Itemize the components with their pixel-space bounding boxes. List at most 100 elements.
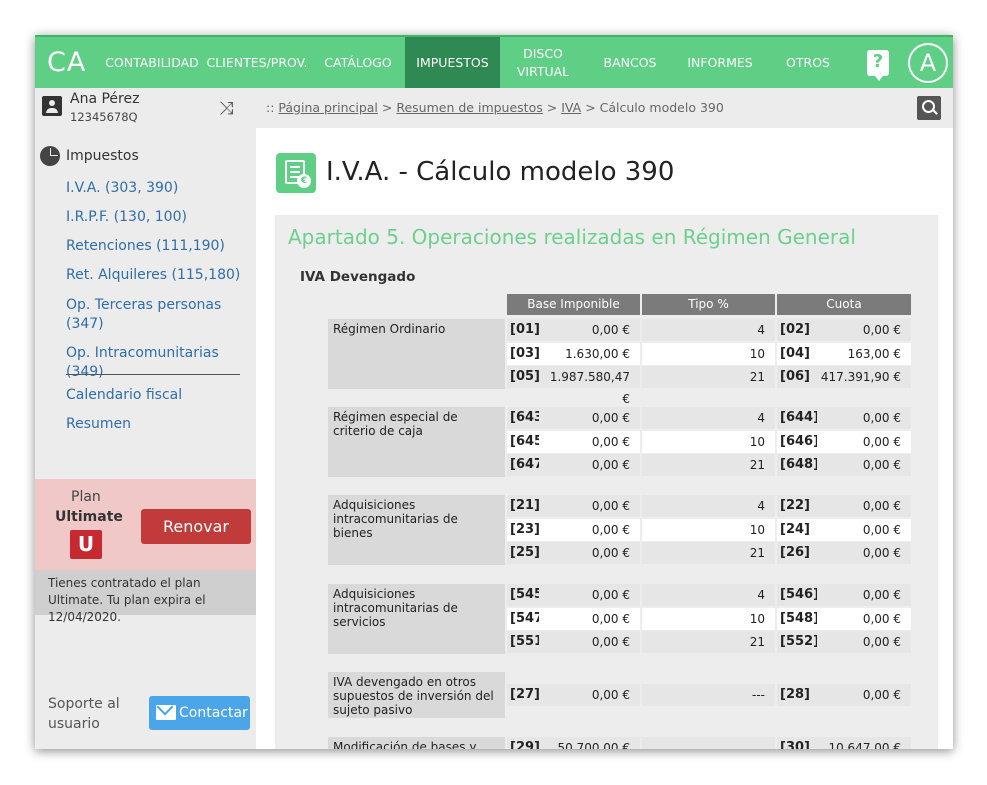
column-header-cuota: Cuota: [777, 294, 911, 315]
nav-informes[interactable]: INFORMES: [675, 37, 765, 88]
row-group-label: Régimen Ordinario: [328, 319, 505, 389]
avatar[interactable]: A: [908, 43, 948, 83]
sidebar-section-title: Impuestos: [40, 146, 139, 166]
user-name: Ana Pérez: [70, 91, 140, 107]
sidebar-item-retenciones[interactable]: Retenciones (111,190): [66, 237, 225, 256]
box-code: [28]: [777, 684, 817, 706]
section-subtitle: IVA Devengado: [300, 269, 416, 285]
breadcrumb-link-iva[interactable]: IVA: [561, 100, 581, 115]
box-code: [551]: [507, 631, 549, 653]
sidebar-item-intracomunitarias[interactable]: Op. Intracomunitarias (349): [66, 344, 256, 382]
user-box: Ana Pérez 12345678Q ⤨: [35, 88, 256, 128]
base-imponible-value: 0,00 €: [539, 319, 640, 341]
box-code: [01]: [507, 319, 540, 341]
nav-catalogo[interactable]: CATÁLOGO: [315, 37, 401, 88]
sidebar-title-label: Impuestos: [66, 148, 139, 164]
tipo-value: 10: [642, 430, 775, 453]
box-code: [23]: [507, 518, 540, 541]
base-imponible-value: 0,00 €: [539, 542, 640, 564]
box-code: [21]: [507, 495, 540, 517]
top-navigation: CA CONTABILIDAD CLIENTES/PROV. CATÁLOGO …: [35, 35, 953, 88]
box-code: [645]: [507, 430, 549, 453]
cuota-value: 10.647,00 €: [817, 737, 911, 749]
contact-button[interactable]: Contactar: [149, 696, 250, 730]
cuota-value: 0,00 €: [817, 542, 911, 564]
base-imponible-value: 0,00 €: [539, 454, 640, 476]
base-imponible-value: 1.987.580,47 €: [539, 366, 640, 406]
tipo-value: 21: [642, 631, 775, 653]
breadcrumb-separator: >: [546, 100, 558, 115]
sidebar-item-calendario[interactable]: Calendario fiscal: [66, 386, 182, 405]
base-imponible-value: 0,00 €: [539, 407, 640, 429]
tipo-value: 4: [642, 584, 775, 606]
nav-disco-virtual[interactable]: DISCO VIRTUAL: [502, 37, 584, 88]
tipo-value: 4: [642, 495, 775, 517]
support-label: Soporte al usuario: [48, 696, 120, 732]
box-code: [647]: [507, 454, 549, 476]
base-imponible-value: 0,00 €: [539, 607, 640, 630]
cuota-value: 0,00 €: [817, 518, 911, 541]
tipo-value: 21: [642, 454, 775, 476]
sidebar-item-irpf[interactable]: I.R.P.F. (130, 100): [66, 208, 187, 227]
cuota-value: 417.391,90 €: [817, 366, 911, 388]
plan-name: Ultimate: [55, 509, 123, 525]
cuota-value: 0,00 €: [817, 631, 911, 653]
box-code: [646]: [777, 430, 819, 453]
sidebar-divider: [66, 374, 240, 375]
breadcrumb-link-resumen[interactable]: Resumen de impuestos: [396, 100, 542, 115]
section-title: Apartado 5. Operaciones realizadas en Ré…: [288, 225, 856, 249]
cuota-value: 163,00 €: [817, 342, 911, 365]
row-group-label: Adquisiciones intracomunitarias de biene…: [328, 495, 505, 565]
breadcrumb-separator: >: [585, 100, 596, 115]
sidebar-item-ret-alquileres[interactable]: Ret. Alquileres (115,180): [66, 266, 240, 285]
box-code: [02]: [777, 319, 817, 341]
renew-button[interactable]: Renovar: [141, 509, 251, 544]
box-code: [546]: [777, 584, 819, 606]
box-code: [648]: [777, 454, 819, 476]
app-logo[interactable]: CA: [47, 47, 86, 78]
search-icon[interactable]: [917, 96, 941, 120]
nav-bancos[interactable]: BANCOS: [588, 37, 672, 88]
section-panel: Apartado 5. Operaciones realizadas en Ré…: [275, 215, 938, 749]
breadcrumb-link-home[interactable]: Página principal: [278, 100, 377, 115]
base-imponible-value: 0,00 €: [539, 430, 640, 453]
box-code: [26]: [777, 542, 817, 564]
mail-icon: [156, 705, 176, 720]
breadcrumb-prefix: ::: [266, 100, 275, 115]
nav-contabilidad[interactable]: CONTABILIDAD: [103, 37, 201, 88]
box-code: [547]: [507, 607, 549, 630]
row-group-label: IVA devengado en otros supuestos de inve…: [328, 672, 505, 718]
box-code: [22]: [777, 495, 817, 517]
help-icon[interactable]: ?: [867, 50, 889, 81]
nav-otros[interactable]: OTROS: [771, 37, 845, 88]
sidebar-item-resumen[interactable]: Resumen: [66, 415, 131, 434]
tipo-value: 4: [642, 407, 775, 429]
row-group-label: Régimen especial de criterio de caja: [328, 407, 505, 477]
user-card-icon: [42, 96, 62, 116]
nav-impuestos[interactable]: IMPUESTOS: [405, 37, 500, 88]
row-group-label: Adquisiciones intracomunitarias de servi…: [328, 584, 505, 654]
breadcrumb-separator: >: [381, 100, 393, 115]
nav-clientes-prov[interactable]: CLIENTES/PROV.: [205, 37, 309, 88]
plan-label: Plan: [71, 489, 101, 505]
box-code: [30]: [777, 737, 817, 749]
row-group-label: Modificación de bases y: [328, 737, 505, 749]
box-code: [05]: [507, 366, 540, 388]
tipo-value: 10: [642, 518, 775, 541]
app-window: CA CONTABILIDAD CLIENTES/PROV. CATÁLOGO …: [35, 35, 953, 749]
cuota-value: 0,00 €: [817, 607, 911, 630]
plan-info: Tienes contratado el plan Ultimate. Tu p…: [35, 570, 256, 624]
base-imponible-value: 50.700,00 €: [539, 737, 640, 749]
box-code: [06]: [777, 366, 817, 388]
cuota-value: 0,00 €: [817, 584, 911, 606]
breadcrumb: :: Página principal > Resumen de impuest…: [266, 100, 724, 115]
sidebar-item-terceras-personas[interactable]: Op. Terceras personas (347): [66, 296, 226, 334]
box-code: [25]: [507, 542, 540, 564]
switch-company-icon[interactable]: ⤨: [219, 98, 233, 119]
box-code: [548]: [777, 607, 819, 630]
column-header-base: Base Imponible: [507, 294, 640, 315]
breadcrumb-bar: :: Página principal > Resumen de impuest…: [256, 88, 953, 128]
base-imponible-value: 0,00 €: [539, 584, 640, 606]
plan-box: Plan Ultimate U Renovar: [35, 479, 256, 570]
sidebar-item-iva[interactable]: I.V.A. (303, 390): [66, 179, 178, 198]
